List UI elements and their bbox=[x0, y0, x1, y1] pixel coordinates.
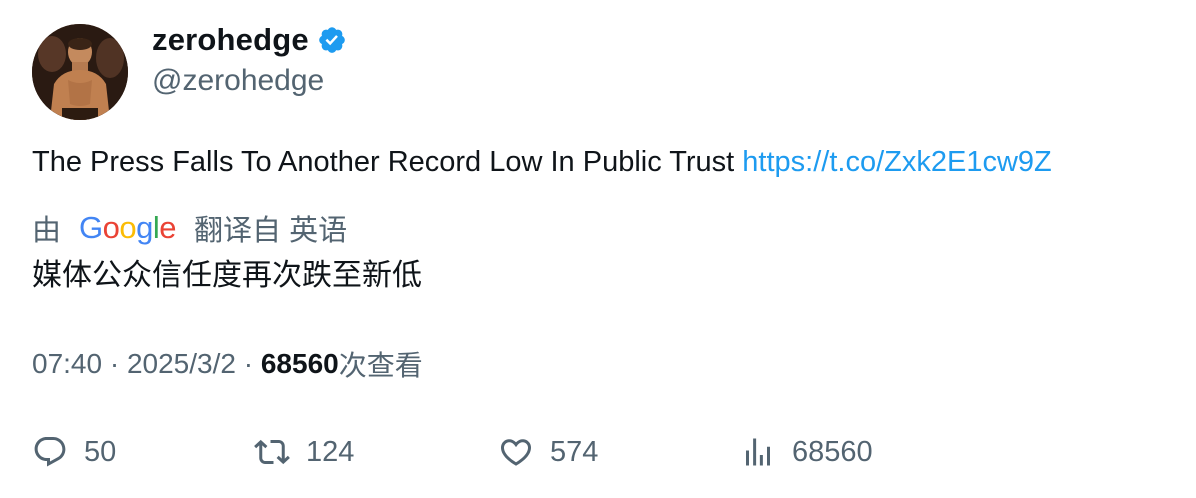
meta-separator: · bbox=[235, 348, 261, 379]
tweet-card: zerohedge @zerohedge The Press Falls To … bbox=[0, 0, 1196, 498]
translation-prefix: 由 bbox=[32, 215, 62, 247]
translation-suffix: 翻译自 英语 bbox=[194, 215, 348, 247]
tweet-date[interactable]: 2025/3/2 bbox=[127, 348, 236, 380]
author-handle[interactable]: @zerohedge bbox=[152, 64, 324, 98]
views-count: 68560 bbox=[260, 348, 339, 379]
reply-button[interactable]: 50 bbox=[32, 432, 116, 472]
author-name-row: zerohedge bbox=[152, 22, 347, 58]
meta-separator: · bbox=[102, 348, 127, 379]
retweet-icon bbox=[254, 434, 290, 470]
tweet-body: The Press Falls To Another Record Low In… bbox=[32, 146, 743, 178]
translation-attribution[interactable]: 由 Google 翻译自 英语 bbox=[32, 208, 347, 248]
profile-avatar[interactable] bbox=[32, 24, 128, 120]
author-display-name[interactable]: zerohedge bbox=[152, 22, 309, 58]
tweet-meta: 07:40 · 2025/3/2 · 68560 次查看 bbox=[32, 346, 423, 382]
views-action-count: 68560 bbox=[792, 435, 873, 468]
action-bar: 50 124 574 68560 bbox=[32, 432, 1162, 472]
retweet-button[interactable]: 124 bbox=[254, 432, 354, 472]
translated-text: 媒体公众信任度再次跌至新低 bbox=[32, 259, 422, 292]
like-button[interactable]: 574 bbox=[498, 432, 598, 472]
tweet-text: The Press Falls To Another Record Low In… bbox=[32, 144, 1052, 180]
views-button[interactable]: 68560 bbox=[740, 432, 873, 472]
tweet-time[interactable]: 07:40 bbox=[32, 348, 102, 380]
verified-badge-icon bbox=[317, 25, 347, 55]
reply-count: 50 bbox=[84, 435, 117, 468]
retweet-count: 124 bbox=[306, 435, 355, 468]
reply-icon bbox=[32, 434, 68, 470]
google-logo: Google bbox=[79, 210, 177, 245]
like-count: 574 bbox=[550, 435, 599, 468]
heart-icon bbox=[498, 434, 534, 470]
tweet-link[interactable]: https://t.co/Zxk2E1cw9Z bbox=[742, 146, 1051, 178]
views-label: 次查看 bbox=[338, 350, 423, 381]
views-chart-icon bbox=[740, 434, 776, 470]
avatar-image bbox=[32, 24, 128, 120]
